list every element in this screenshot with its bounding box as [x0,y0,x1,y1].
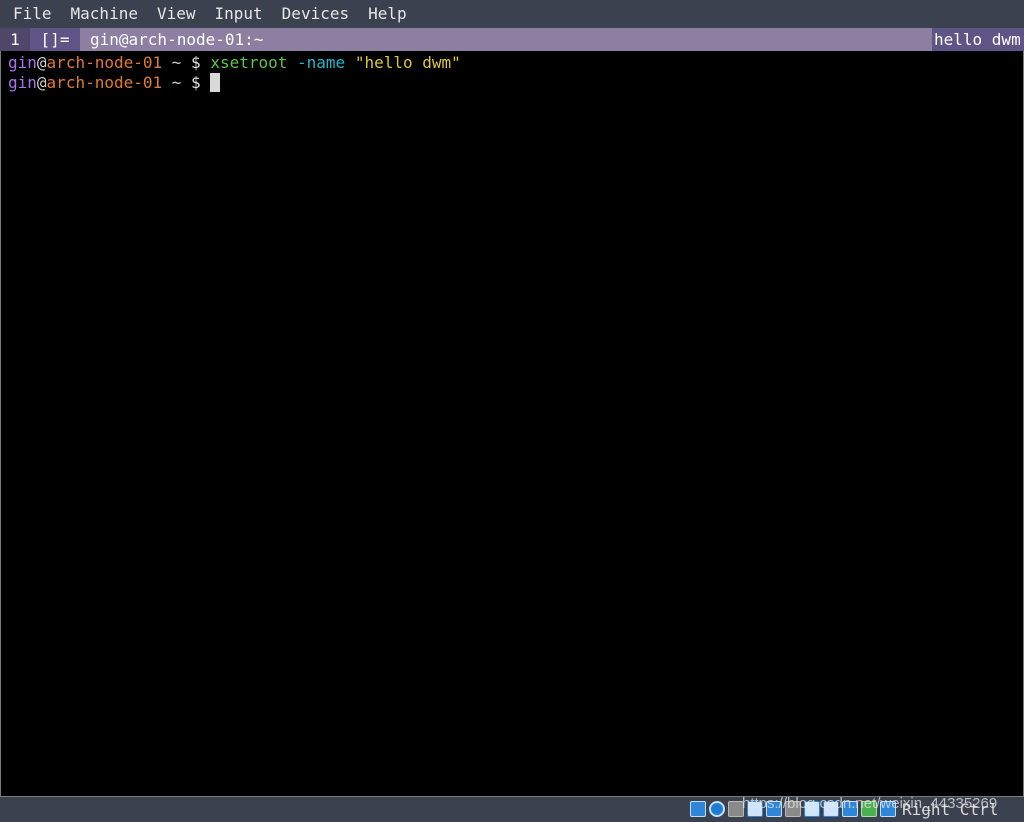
dwm-window-title: gin@arch-node-01:~ [90,30,264,49]
optical-disc-icon[interactable] [709,801,725,817]
dwm-layout-symbol[interactable]: []= [30,28,80,51]
command-name: xsetroot [210,53,288,72]
prompt-cwd: ~ [162,73,192,92]
menu-view[interactable]: View [147,0,205,28]
prompt-user: gin [8,53,37,72]
vm-status-bar: Right Ctrl https://blog.csdn.net/weixin_… [0,795,1024,822]
prompt-dollar: $ [191,53,211,72]
vm-menu-bar: File Machine View Input Devices Help [0,0,1024,28]
hard-disk-icon[interactable] [690,801,706,817]
command-flag: -name [287,53,355,72]
watermark-text: https://blog.csdn.net/weixin_44335269 [742,795,998,812]
prompt-user: gin [8,73,37,92]
dwm-tag-1[interactable]: 1 [0,28,30,51]
terminal-line: gin@arch-node-01 ~ $ [8,73,221,93]
terminal-line: gin@arch-node-01 ~ $ xsetroot -name "hel… [8,53,461,73]
prompt-host: arch-node-01 [46,73,163,92]
prompt-host: arch-node-01 [46,53,163,72]
prompt-at: @ [36,73,47,92]
prompt-dollar: $ [191,73,211,92]
terminal-window[interactable]: gin@arch-node-01 ~ $ xsetroot -name "hel… [0,51,1024,797]
prompt-at: @ [36,53,47,72]
menu-input[interactable]: Input [205,0,272,28]
menu-file[interactable]: File [0,0,61,28]
menu-devices[interactable]: Devices [272,0,358,28]
dwm-status-bar: 1 []= gin@arch-node-01:~ hello dwm [0,28,1024,51]
menu-machine[interactable]: Machine [61,0,147,28]
dwm-status-text: hello dwm [932,28,1024,51]
text-cursor [210,73,221,92]
prompt-cwd: ~ [162,53,192,72]
menu-help[interactable]: Help [358,0,416,28]
command-argument: "hello dwm" [354,53,461,72]
